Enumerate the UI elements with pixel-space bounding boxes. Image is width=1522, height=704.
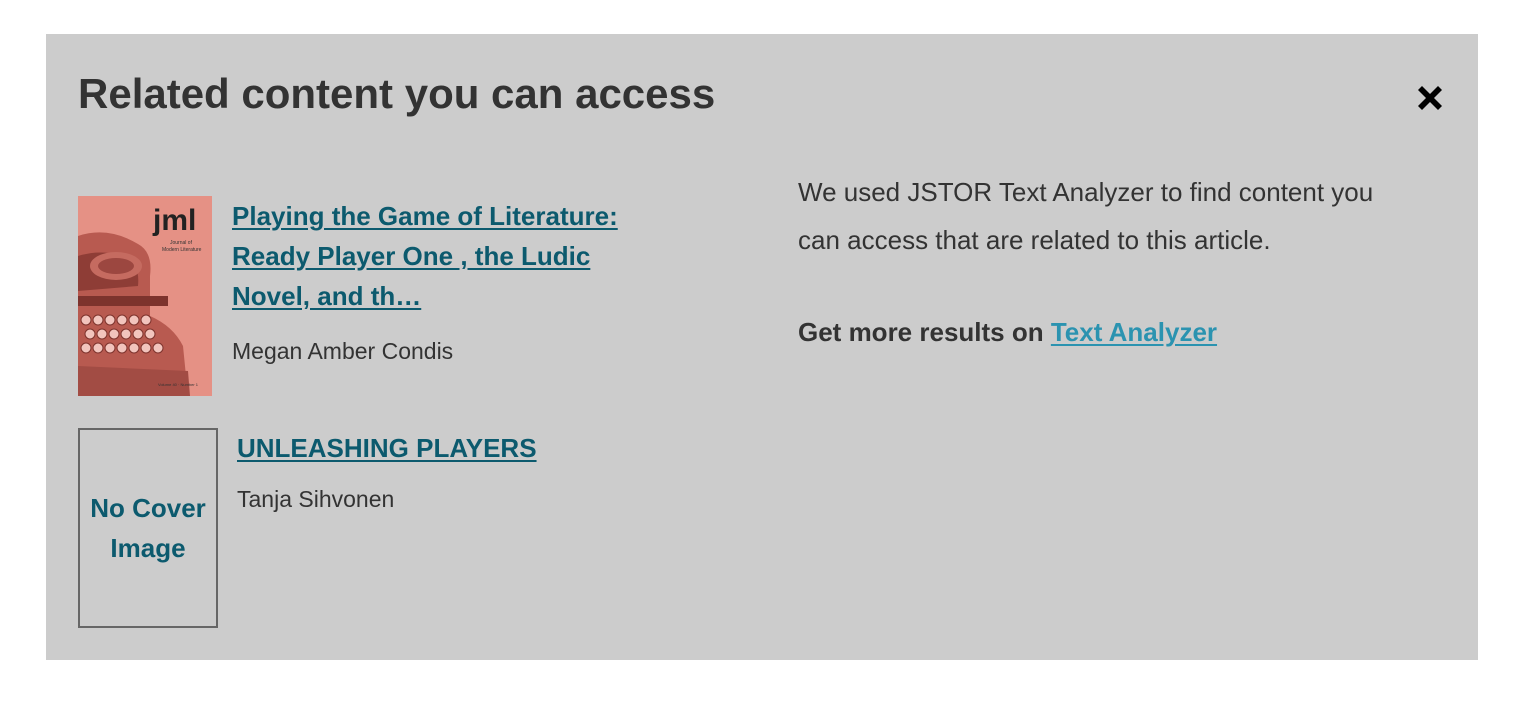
result-author: Tanja Sihvonen	[237, 486, 395, 512]
result-title-link[interactable]: UNLEASHING PLAYERS	[237, 428, 737, 468]
more-results-line: Get more results on Text Analyzer	[798, 314, 1217, 350]
svg-text:jml: jml	[152, 204, 196, 237]
text-analyzer-link[interactable]: Text Analyzer	[1051, 317, 1217, 347]
close-button[interactable]	[1412, 80, 1448, 116]
close-x-icon	[1418, 86, 1442, 110]
svg-text:Journal of: Journal of	[170, 240, 193, 246]
no-cover-placeholder[interactable]: No Cover Image	[78, 428, 218, 628]
result-item: UNLEASHING PLAYERS Tanja Sihvonen	[237, 428, 737, 514]
dialog-title: Related content you can access	[78, 70, 716, 117]
related-content-dialog: Related content you can access jml Journ…	[46, 34, 1478, 660]
result-cover-image[interactable]: jml Journal of Modern Literature Volume …	[78, 196, 212, 396]
result-item: Playing the Game of Literature: Ready Pl…	[232, 196, 672, 366]
no-cover-label: No Cover Image	[90, 493, 206, 563]
svg-text:Modern Literature: Modern Literature	[162, 247, 202, 253]
typewriter-cover-illustration: jml Journal of Modern Literature Volume …	[78, 196, 212, 396]
more-results-prefix: Get more results on	[798, 317, 1044, 347]
result-title-link[interactable]: Playing the Game of Literature: Ready Pl…	[232, 196, 672, 316]
svg-text:Volume 40 · Number 1: Volume 40 · Number 1	[158, 382, 199, 387]
result-author: Megan Amber Condis	[232, 338, 454, 364]
analyzer-description: We used JSTOR Text Analyzer to find cont…	[798, 177, 1374, 255]
